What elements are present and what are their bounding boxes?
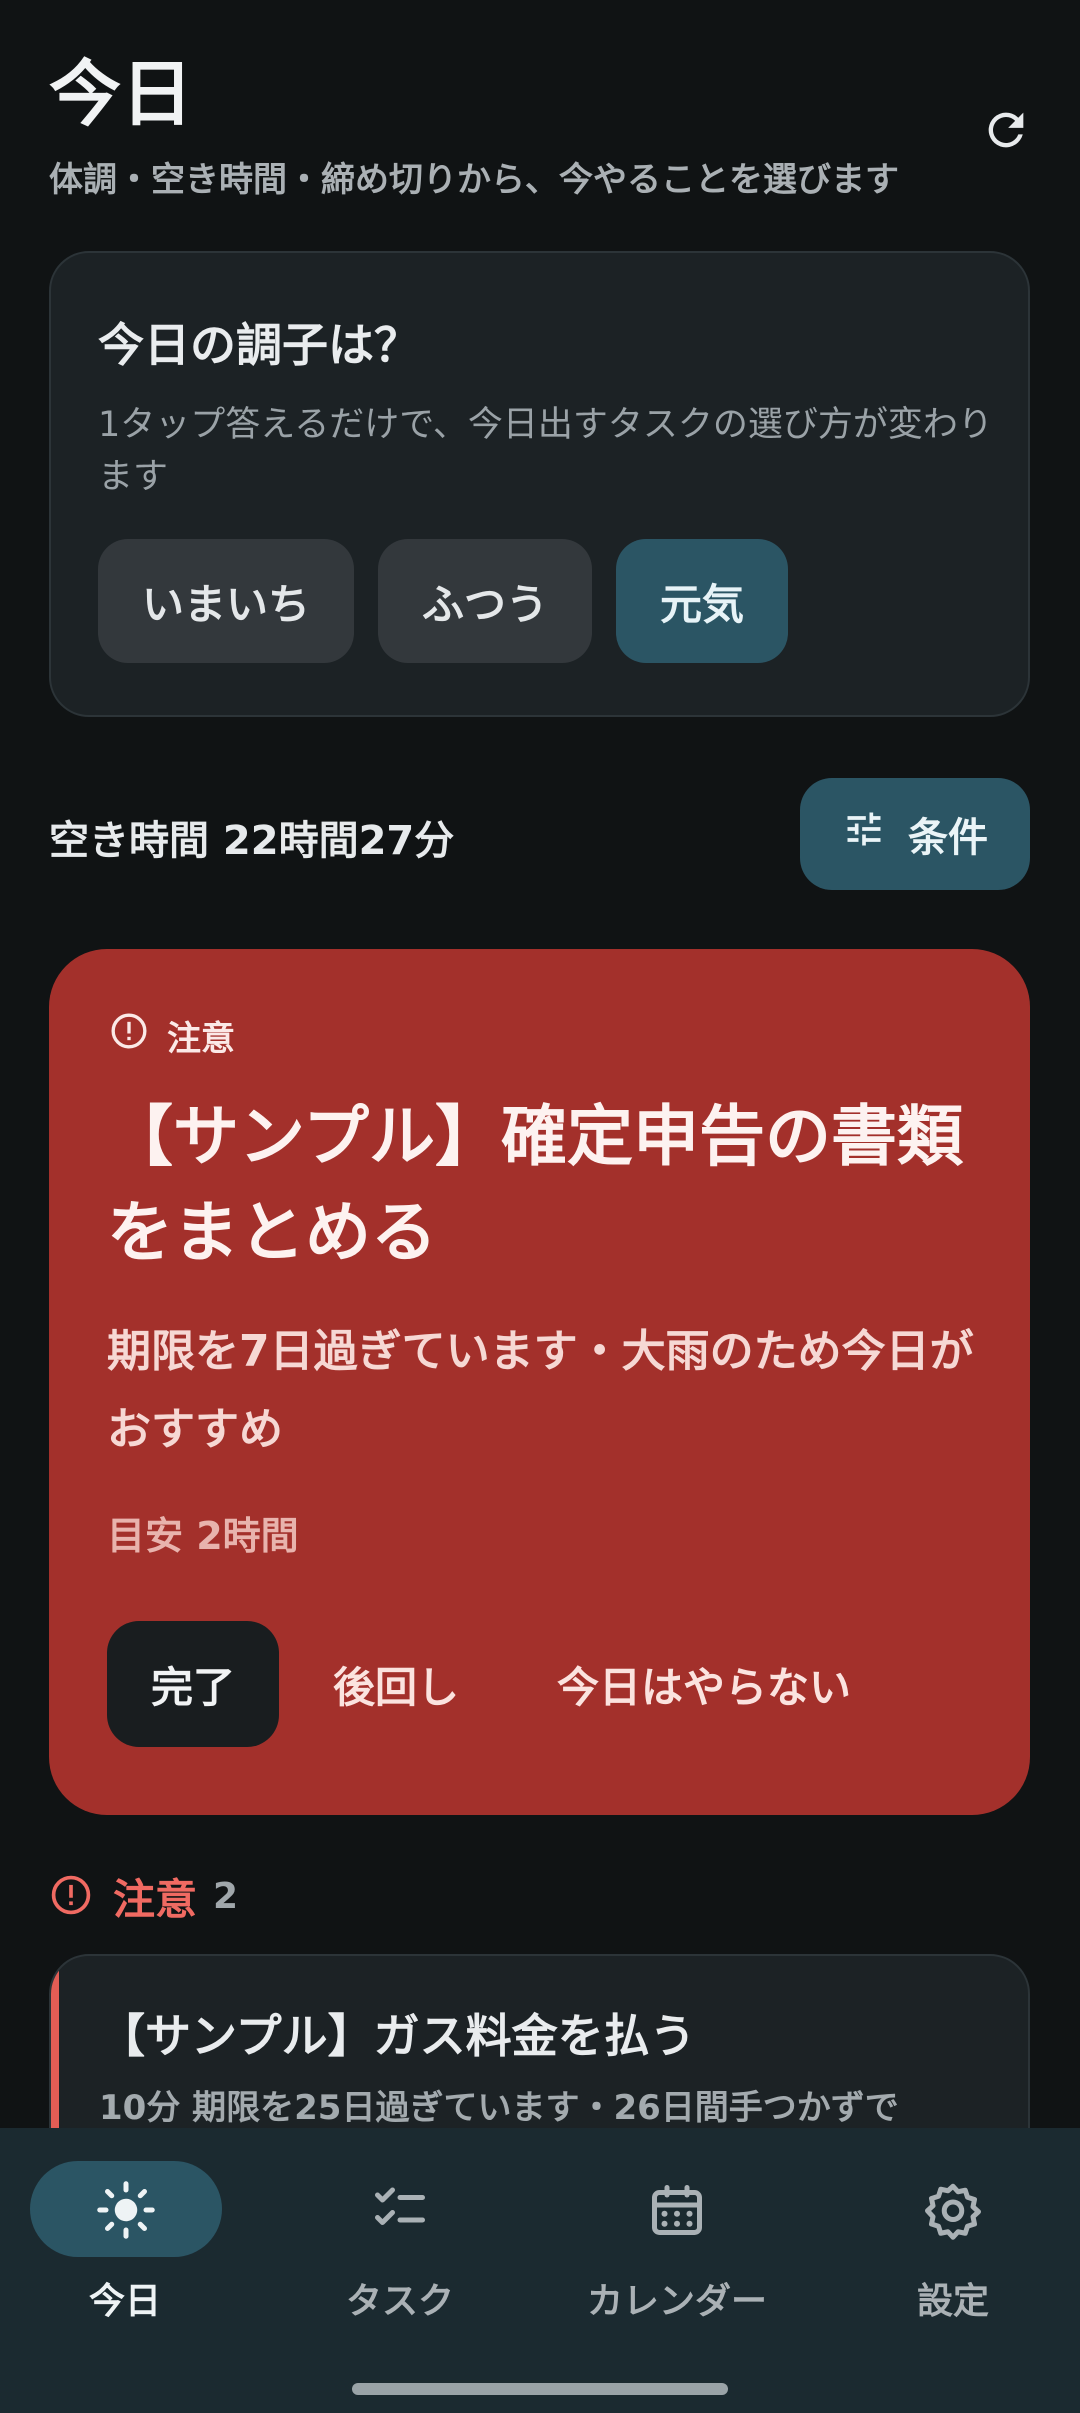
calendar-icon <box>647 2180 707 2240</box>
nav-label-calendar: カレンダー <box>586 2281 767 2322</box>
mood-options: いまいち ふつう 元気 <box>98 539 789 663</box>
nav-item-calendar[interactable]: カレンダー <box>542 2128 812 2413</box>
focus-task-card[interactable]: 注意 【サンプル】確定申告の書類をまとめる 期限を7日過ぎています・大雨のため今… <box>49 949 1030 1815</box>
checklist-icon <box>370 2180 430 2240</box>
bottom-navigation: 今日 タスク カレンダー 設定 <box>0 2128 1080 2413</box>
page-title: 今日 <box>49 52 194 136</box>
nav-item-tasks[interactable]: タスク <box>265 2128 535 2413</box>
alert-circle-icon <box>49 1873 93 1921</box>
gear-icon <box>923 2180 983 2240</box>
mood-description: 1タップ答えるだけで、今日出すタスクの選び方が変わります <box>98 405 993 497</box>
focus-task-actions: 完了 後回し 今日はやらない <box>107 1621 851 1747</box>
nav-label-tasks: タスク <box>345 2281 454 2322</box>
mood-card: 今日の調子は？ 1タップ答えるだけで、今日出すタスクの選び方が変わります いまい… <box>49 251 1030 717</box>
conditions-button[interactable]: 条件 <box>800 778 1030 890</box>
task-meta: 10分 期限を25日過ぎています・26日間手つかずで <box>99 2088 899 2128</box>
mood-question: 今日の調子は？ <box>98 318 420 372</box>
mood-option-bad[interactable]: いまいち <box>98 539 355 663</box>
nav-item-settings[interactable]: 設定 <box>818 2128 1080 2413</box>
tune-icon <box>842 807 886 861</box>
postpone-button[interactable]: 後回し <box>333 1654 459 1715</box>
focus-task-estimate: 目安 2時間 <box>107 1514 299 1558</box>
focus-task-reason: 期限を7日過ぎています・大雨のため今日がおすすめ <box>107 1326 974 1455</box>
alert-circle-icon <box>109 1011 149 1060</box>
conditions-label: 条件 <box>908 815 988 861</box>
mood-option-normal[interactable]: ふつう <box>378 539 593 663</box>
sun-icon <box>96 2180 156 2240</box>
focus-task-label-text: 注意 <box>167 1019 235 1059</box>
home-indicator[interactable] <box>352 2383 728 2395</box>
refresh-icon[interactable] <box>980 104 1032 156</box>
page-subtitle: 体調・空き時間・締め切りから、今やることを選びます <box>49 160 899 200</box>
task-title: 【サンプル】ガス料金を払う <box>99 2009 696 2063</box>
attention-section-header: 注意 2 <box>49 1866 238 1927</box>
done-button[interactable]: 完了 <box>107 1621 279 1747</box>
focus-task-label: 注意 <box>109 1011 235 1060</box>
focus-task-title: 【サンプル】確定申告の書類をまとめる <box>107 1098 964 1271</box>
attention-count-badge: 2 <box>213 1876 239 1917</box>
attention-section-title: 注意 <box>113 1875 198 1924</box>
nav-item-today[interactable]: 今日 <box>0 2128 270 2413</box>
skip-today-button[interactable]: 今日はやらない <box>557 1654 851 1715</box>
free-time-text: 空き時間 22時間27分 <box>49 818 455 864</box>
nav-label-settings: 設定 <box>916 2281 989 2322</box>
nav-label-today: 今日 <box>88 2281 161 2322</box>
mood-option-good[interactable]: 元気 <box>616 539 789 663</box>
